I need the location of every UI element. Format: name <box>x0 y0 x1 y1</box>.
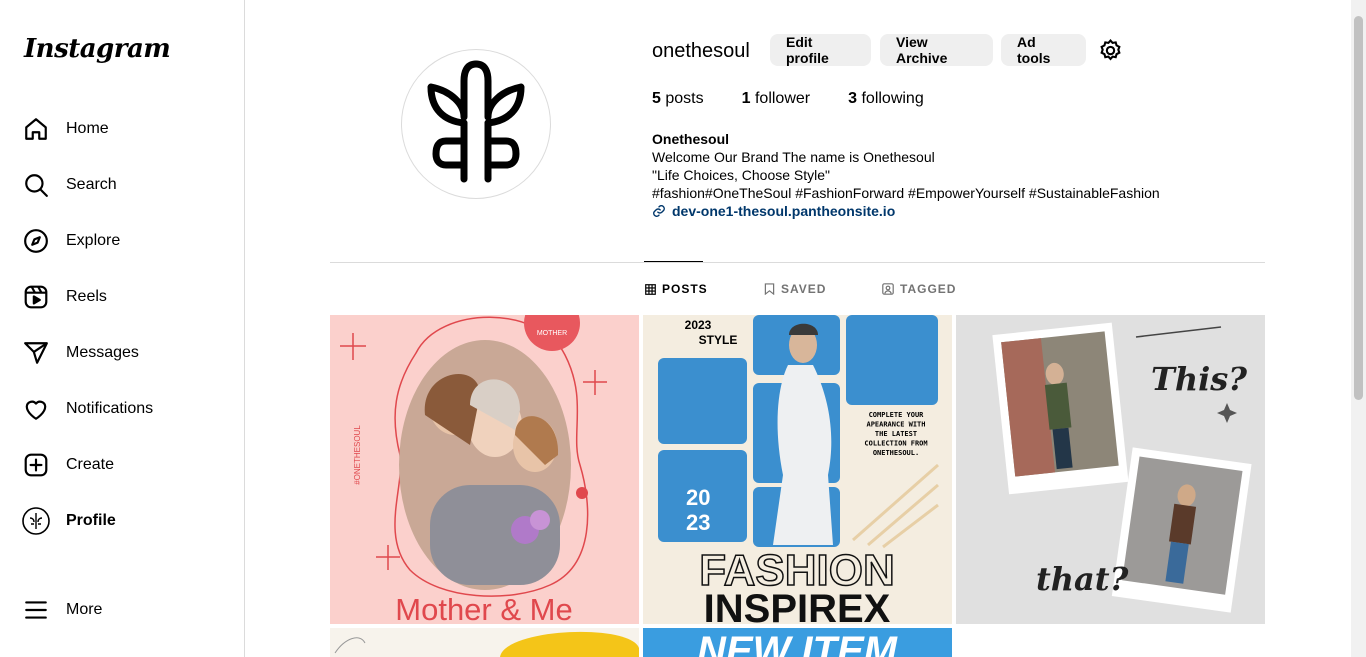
following-stat[interactable]: 3 following <box>848 90 924 108</box>
sidebar-item-label: Explore <box>66 232 121 249</box>
sidebar: Instagram Home Search Explore Reels Mess… <box>0 0 245 657</box>
brand-logo-icon <box>427 60 525 183</box>
home-icon <box>22 115 50 143</box>
post-text: This? <box>1151 360 1247 398</box>
sidebar-item-messages[interactable]: Messages <box>12 329 232 377</box>
heart-icon <box>22 395 50 423</box>
profile-username: onethesoul <box>652 40 750 62</box>
sidebar-item-explore[interactable]: Explore <box>12 217 232 265</box>
ad-tools-button[interactable]: Ad tools <box>1001 34 1086 66</box>
sidebar-item-more[interactable]: More <box>12 586 232 634</box>
sidebar-item-label: Notifications <box>66 400 154 417</box>
link-icon <box>653 205 665 217</box>
post-tile[interactable]: This? that? <box>956 315 1265 624</box>
bio-website-link[interactable]: dev-one1-thesoul.pantheonsite.io <box>652 202 1160 220</box>
send-icon <box>22 339 50 367</box>
tab-tagged[interactable]: TAGGED <box>882 282 956 296</box>
sidebar-item-profile[interactable]: Profile <box>12 497 232 545</box>
profile-avatar <box>22 507 50 535</box>
sidebar-item-label: Messages <box>66 344 139 361</box>
post-image: 2023 STYLE 20 23 COMPLETE YOUR APEARANCE … <box>643 315 952 624</box>
post-text: 23 <box>686 510 710 535</box>
bookmark-icon <box>764 283 775 295</box>
sidebar-item-label: Create <box>66 456 115 473</box>
post-text: 2023 <box>685 318 712 332</box>
bio-line: "Life Choices, Choose Style" <box>652 167 831 183</box>
menu-icon <box>22 596 50 624</box>
profile-avatar-large[interactable] <box>401 49 551 199</box>
sidebar-item-label: More <box>66 601 103 618</box>
bio-name: Onethesoul <box>652 131 730 147</box>
post-image: This? that? <box>956 315 1265 624</box>
gear-icon[interactable] <box>1098 38 1123 63</box>
instagram-logo[interactable]: Instagram <box>24 34 171 64</box>
profile-bio: Onethesoul Welcome Our Brand The name is… <box>652 130 1160 220</box>
sidebar-item-reels[interactable]: Reels <box>12 273 232 321</box>
edit-profile-button[interactable]: Edit profile <box>770 34 871 66</box>
sidebar-item-home[interactable]: Home <box>12 105 232 153</box>
posts-stat: 5 posts <box>652 90 704 107</box>
post-image: NEW ITEM <box>643 628 952 657</box>
sidebar-item-label: Profile <box>66 512 116 529</box>
profile-stats: 5 posts 1 follower 3 following <box>652 90 924 108</box>
tab-posts[interactable]: POSTS <box>645 282 708 296</box>
post-hashtag-text: #ONETHESOUL <box>353 425 362 485</box>
view-archive-button[interactable]: View Archive <box>880 34 993 66</box>
tabs-divider <box>330 262 1265 263</box>
sidebar-item-search[interactable]: Search <box>12 161 232 209</box>
post-tile[interactable] <box>330 628 639 657</box>
post-banner-text: NEW ITEM <box>697 629 899 657</box>
tag-person-icon <box>882 283 894 295</box>
post-tile[interactable]: MOTHER #ONETHESOUL Mother & Me <box>330 315 639 624</box>
sidebar-item-notifications[interactable]: Notifications <box>12 385 232 433</box>
post-tile[interactable]: 2023 STYLE 20 23 COMPLETE YOUR APEARANCE … <box>643 315 952 624</box>
post-text: STYLE <box>699 333 738 347</box>
post-text: that? <box>1036 560 1129 598</box>
sidebar-item-label: Search <box>66 176 117 193</box>
plus-square-icon <box>22 451 50 479</box>
page-scrollbar[interactable] <box>1351 0 1366 657</box>
post-image: MOTHER #ONETHESOUL Mother & Me <box>330 315 639 624</box>
followers-stat[interactable]: 1 follower <box>742 90 811 108</box>
bio-line: Welcome Our Brand The name is Onethesoul <box>652 149 935 165</box>
bio-hashtags[interactable]: #fashion#OneTheSoul #FashionForward #Emp… <box>652 184 1160 202</box>
post-badge-text: MOTHER <box>537 330 567 337</box>
tab-saved[interactable]: SAVED <box>764 282 826 296</box>
sidebar-item-create[interactable]: Create <box>12 441 232 489</box>
sidebar-item-label: Reels <box>66 288 107 305</box>
reels-icon <box>22 283 50 311</box>
post-title-text: Mother & Me <box>395 592 572 624</box>
active-tab-indicator <box>644 261 703 262</box>
grid-icon <box>645 283 656 295</box>
compass-icon <box>22 227 50 255</box>
post-headline: INSPIREX <box>704 587 891 624</box>
search-icon <box>22 171 50 199</box>
scrollbar-thumb[interactable] <box>1354 16 1363 400</box>
post-tile[interactable]: NEW ITEM <box>643 628 952 657</box>
sidebar-item-label: Home <box>66 120 109 137</box>
post-text: 20 <box>686 485 710 510</box>
post-image <box>330 628 639 657</box>
